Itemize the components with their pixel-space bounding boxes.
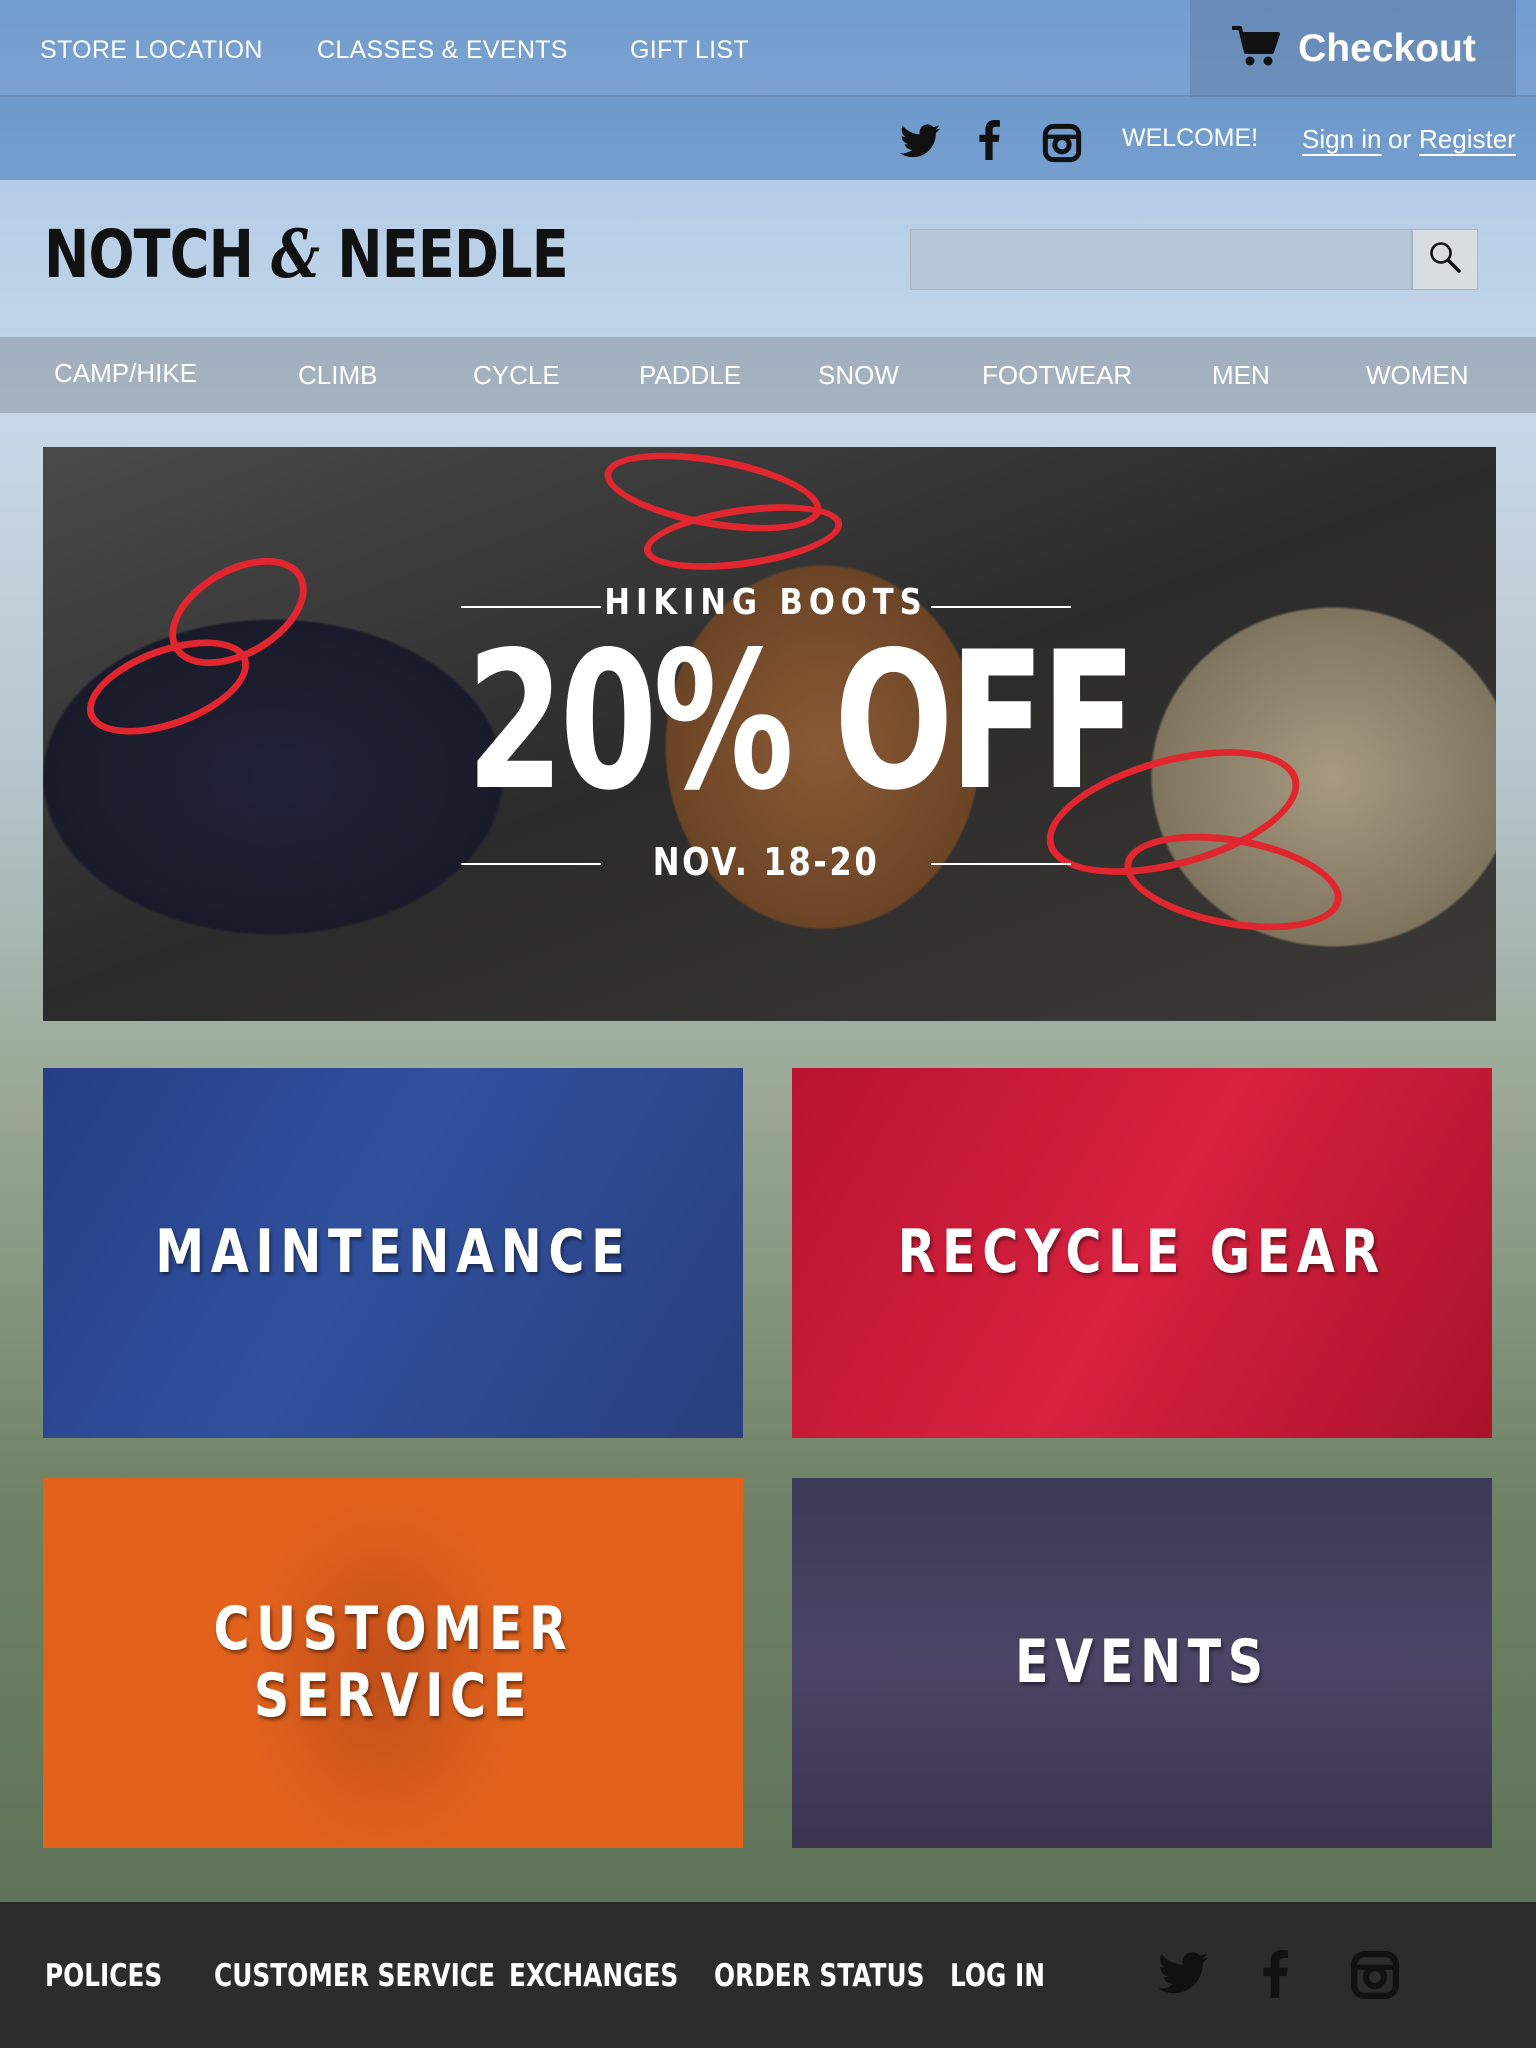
category-camp-hike[interactable]: CAMP/HIKE <box>54 358 197 389</box>
footer-link-order-status[interactable]: ORDER STATUS <box>714 1958 924 1994</box>
category-women[interactable]: WOMEN <box>1366 360 1469 391</box>
search-icon <box>1428 240 1462 279</box>
instagram-icon[interactable] <box>1042 123 1082 168</box>
cart-icon <box>1230 24 1281 73</box>
maintenance-tile[interactable]: MAINTENANCE <box>43 1068 743 1438</box>
search-button[interactable] <box>1412 229 1478 290</box>
twitter-icon[interactable] <box>900 124 940 163</box>
category-men[interactable]: MEN <box>1212 360 1270 391</box>
events-label: EVENTS <box>1014 1627 1270 1698</box>
category-footwear[interactable]: FOOTWEAR <box>982 360 1132 391</box>
checkout-label: Checkout <box>1298 26 1476 70</box>
site-logo[interactable]: NOTCH & NEEDLE <box>44 215 569 293</box>
footer-link-log-in[interactable]: LOG IN <box>950 1958 1045 1994</box>
category-snow[interactable]: SNOW <box>818 360 899 391</box>
twitter-icon[interactable] <box>1158 1952 1208 1999</box>
or-text: or <box>1388 124 1412 154</box>
hero-banner[interactable]: HIKING BOOTS 20% OFF NOV. 18-20 <box>43 447 1496 1021</box>
customer-service-tile[interactable]: CUSTOMER SERVICE <box>43 1478 743 1848</box>
maintenance-label: MAINTENANCE <box>154 1217 631 1288</box>
customer-service-label: CUSTOMER SERVICE <box>213 1593 573 1731</box>
customer-service-line-1: CUSTOMER <box>213 1593 573 1664</box>
events-tile[interactable]: EVENTS <box>792 1478 1492 1848</box>
store-location-link[interactable]: STORE LOCATION <box>40 36 263 65</box>
welcome-text: WELCOME! <box>1122 124 1259 152</box>
footer-link-exchanges[interactable]: EXCHANGES <box>509 1958 678 1994</box>
gift-list-link[interactable]: GIFT LIST <box>630 36 749 65</box>
classes-events-link[interactable]: CLASSES & EVENTS <box>317 36 568 65</box>
sign-in-link[interactable]: Sign in <box>1302 124 1382 155</box>
category-climb[interactable]: CLIMB <box>298 360 377 391</box>
checkout-button[interactable]: Checkout <box>1190 0 1516 97</box>
logo-ampersand: & <box>271 215 320 293</box>
register-link[interactable]: Register <box>1419 124 1516 155</box>
recycle-gear-label: RECYCLE GEAR <box>897 1217 1387 1288</box>
hero-headline: 20% OFF <box>466 611 1136 832</box>
footer-link-polices[interactable]: POLICES <box>45 1958 162 1994</box>
category-paddle[interactable]: PADDLE <box>639 360 741 391</box>
category-nav <box>0 337 1536 413</box>
search-input[interactable] <box>910 229 1412 290</box>
facebook-icon[interactable] <box>1262 1950 1288 2003</box>
logo-word-2: NEEDLE <box>337 216 569 293</box>
customer-service-line-2: SERVICE <box>253 1661 533 1731</box>
footer-link-customer-service[interactable]: CUSTOMER SERVICE <box>214 1958 495 1994</box>
recycle-gear-tile[interactable]: RECYCLE GEAR <box>792 1068 1492 1438</box>
hero-dates: NOV. 18-20 <box>652 840 880 884</box>
category-cycle[interactable]: CYCLE <box>473 360 560 391</box>
facebook-icon[interactable] <box>978 120 1000 165</box>
instagram-icon[interactable] <box>1350 1950 1400 2005</box>
logo-word-1: NOTCH <box>44 216 254 293</box>
